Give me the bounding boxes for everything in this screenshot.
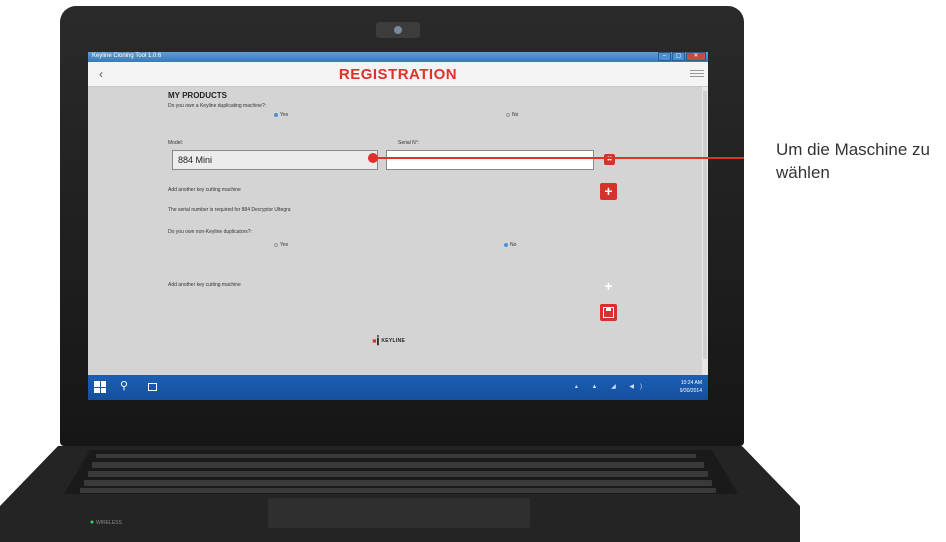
annotation-marker-dot	[368, 153, 378, 163]
section-title: MY PRODUCTS	[168, 91, 227, 100]
task-view-icon[interactable]	[148, 383, 157, 391]
maximize-button[interactable]: ▢	[672, 52, 685, 61]
keyline-logo: ▪Ꭵ KEYLINE	[372, 333, 405, 349]
taskbar-clock[interactable]: 10:24 AM 9/30/2014	[680, 379, 702, 395]
system-tray-icons[interactable]: ▴ ▲ ◢ ◀)	[575, 383, 648, 390]
radio-unselected-icon	[506, 112, 510, 117]
webcam	[376, 22, 420, 38]
add-machine-button[interactable]: +	[600, 183, 617, 200]
plus-icon: +	[604, 183, 613, 199]
laptop-keyboard-deck: WIRELESS	[0, 446, 800, 542]
radio-selected-icon	[274, 112, 278, 117]
search-icon[interactable]: ⚲	[120, 379, 128, 392]
serial-required-note: The serial number is required for 884 De…	[168, 207, 291, 213]
page-title: REGISTRATION	[338, 66, 458, 83]
window-title: Keyline Cloning Tool 1.0.6	[92, 53, 162, 59]
radio-nonkeyline-yes[interactable]: Yes	[274, 242, 288, 248]
windows-taskbar: ⚲ ▴ ▲ ◢ ◀) 10:24 AM 9/30/2014	[88, 375, 708, 400]
keyline-logo-mark: ▪Ꭵ	[372, 333, 380, 348]
add-machine-text: Add another key cutting machine	[168, 187, 241, 193]
add-non-keyline-button[interactable]: +	[600, 278, 617, 295]
keyline-logo-word: KEYLINE	[381, 338, 406, 344]
wireless-label: WIRELESS	[96, 520, 123, 526]
annotation-leader-line	[374, 157, 744, 159]
radio-unselected-icon	[274, 242, 278, 247]
window-titlebar: Keyline Cloning Tool 1.0.6 – ▢ ✕	[88, 52, 708, 62]
plus-icon: +	[604, 278, 613, 294]
close-button[interactable]: ✕	[686, 52, 706, 61]
minimize-button[interactable]: –	[658, 52, 671, 61]
save-button[interactable]	[600, 304, 617, 321]
app-header: ‹ REGISTRATION	[88, 62, 708, 87]
model-label: Model:	[168, 140, 184, 146]
serial-label: Serial N°:	[398, 140, 420, 146]
radio-selected-icon	[504, 242, 508, 247]
delete-machine-button[interactable]: ✖	[604, 154, 615, 165]
model-select[interactable]: 884 Mini	[172, 150, 378, 170]
radio-keyline-no[interactable]: No	[506, 112, 518, 118]
registration-form: MY PRODUCTS Do you own a Keyline duplica…	[88, 87, 700, 375]
window-controls: – ▢ ✕	[658, 52, 706, 61]
screen: Keyline Cloning Tool 1.0.6 – ▢ ✕ ‹ REGIS…	[88, 52, 708, 400]
windows-start-icon[interactable]	[94, 381, 106, 393]
floppy-disk-icon	[603, 307, 614, 318]
hamburger-icon[interactable]	[690, 68, 704, 80]
vertical-scrollbar[interactable]	[702, 87, 708, 375]
question-keyline-machine: Do you own a Keyline duplicating machine…	[168, 103, 267, 109]
radio-nonkeyline-no[interactable]: No	[504, 242, 516, 248]
annotation-text: Um die Maschine zu wählen	[776, 140, 931, 182]
add-machine-text-2: Add another key cutting machine	[168, 282, 241, 288]
radio-keyline-yes[interactable]: Yes	[274, 112, 288, 118]
serial-number-input[interactable]	[386, 150, 594, 170]
question-non-keyline: Do you own non-Keyline duplicators?:	[168, 229, 252, 235]
